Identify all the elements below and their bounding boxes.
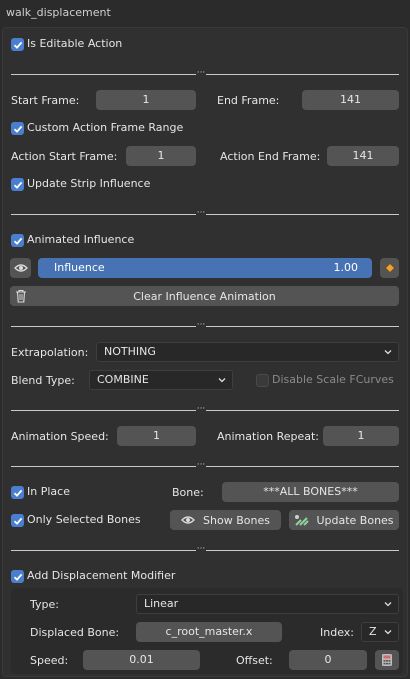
bone-label: Bone: <box>172 486 204 499</box>
index-value: Z <box>369 625 377 638</box>
separator-dots: ··· <box>196 320 206 330</box>
is-editable-checkbox[interactable] <box>11 38 24 51</box>
action-end-field[interactable]: 141 <box>327 146 399 166</box>
anim-speed-label: Animation Speed: <box>11 430 109 443</box>
blend-type-dropdown[interactable]: COMBINE <box>89 370 233 390</box>
type-value: Linear <box>144 597 179 610</box>
action-start-label: Action Start Frame: <box>11 150 118 163</box>
separator-dots: ··· <box>196 460 206 470</box>
chevron-down-icon <box>384 630 392 635</box>
update-strip-checkbox[interactable] <box>11 178 24 191</box>
update-bones-label: Update Bones <box>316 513 394 527</box>
extrapolation-label: Extrapolation: <box>11 346 89 359</box>
speed-label: Speed: <box>30 654 69 667</box>
influence-label: Influence <box>54 261 105 274</box>
offset-field[interactable]: 0 <box>289 650 367 670</box>
eye-icon <box>181 516 195 524</box>
update-strip-label: Update Strip Influence <box>27 177 151 190</box>
anim-repeat-label: Animation Repeat: <box>217 430 320 443</box>
keyframe-diamond-icon[interactable] <box>380 258 399 278</box>
blend-type-label: Blend Type: <box>11 374 75 387</box>
start-frame-label: Start Frame: <box>11 94 80 107</box>
eye-icon[interactable] <box>10 258 31 278</box>
chevron-down-icon <box>384 350 392 355</box>
speed-field[interactable]: 0.01 <box>83 650 200 670</box>
calculator-icon[interactable] <box>375 650 399 670</box>
start-frame-field[interactable]: 1 <box>96 90 196 110</box>
show-bones-label: Show Bones <box>203 513 270 527</box>
separator-dots: ··· <box>196 544 206 554</box>
only-selected-checkbox[interactable] <box>11 514 24 527</box>
trash-icon <box>15 289 27 306</box>
add-displacement-label: Add Displacement Modifier <box>27 569 176 582</box>
show-bones-button[interactable]: Show Bones <box>170 510 281 530</box>
bone-field[interactable]: ***ALL BONES*** <box>222 482 399 502</box>
animated-influence-checkbox[interactable] <box>11 234 24 247</box>
index-dropdown[interactable]: Z <box>361 622 399 642</box>
disable-scale-checkbox[interactable] <box>256 374 269 387</box>
influence-value: 1.00 <box>333 261 359 274</box>
is-editable-label: Is Editable Action <box>27 37 123 50</box>
in-place-checkbox[interactable] <box>11 486 24 499</box>
bone-update-icon <box>295 515 310 526</box>
blend-type-value: COMBINE <box>97 373 149 386</box>
extrapolation-dropdown[interactable]: NOTHING <box>96 342 399 362</box>
chevron-down-icon <box>384 602 392 607</box>
separator-dots: ··· <box>196 404 206 414</box>
panel-title: walk_displacement <box>6 6 111 19</box>
custom-range-label: Custom Action Frame Range <box>27 121 184 134</box>
in-place-label: In Place <box>27 485 70 498</box>
action-start-field[interactable]: 1 <box>126 146 196 166</box>
end-frame-label: End Frame: <box>217 94 280 107</box>
only-selected-label: Only Selected Bones <box>27 513 141 526</box>
displaced-bone-field[interactable]: c_root_master.x <box>136 622 282 642</box>
disable-scale-label: Disable Scale FCurves <box>272 373 394 386</box>
displaced-bone-label: Displaced Bone: <box>30 626 120 639</box>
type-dropdown[interactable]: Linear <box>136 594 399 614</box>
chevron-down-icon <box>218 378 226 383</box>
add-displacement-checkbox[interactable] <box>11 570 24 583</box>
extrapolation-value: NOTHING <box>104 345 156 358</box>
end-frame-field[interactable]: 141 <box>302 90 399 110</box>
separator-dots: ··· <box>196 208 206 218</box>
clear-influence-label: Clear Influence Animation <box>133 289 276 303</box>
clear-influence-button[interactable]: Clear Influence Animation <box>10 286 399 306</box>
action-end-label: Action End Frame: <box>220 150 321 163</box>
offset-label: Offset: <box>236 654 273 667</box>
animated-influence-label: Animated Influence <box>27 233 135 246</box>
influence-slider[interactable]: Influence 1.00 <box>38 258 372 278</box>
custom-range-checkbox[interactable] <box>11 122 24 135</box>
separator-dots: ··· <box>196 68 206 78</box>
update-bones-button[interactable]: Update Bones <box>289 510 399 530</box>
type-label: Type: <box>30 598 59 611</box>
anim-speed-field[interactable]: 1 <box>117 426 196 446</box>
index-label: Index: <box>320 626 354 639</box>
anim-repeat-field[interactable]: 1 <box>323 426 399 446</box>
